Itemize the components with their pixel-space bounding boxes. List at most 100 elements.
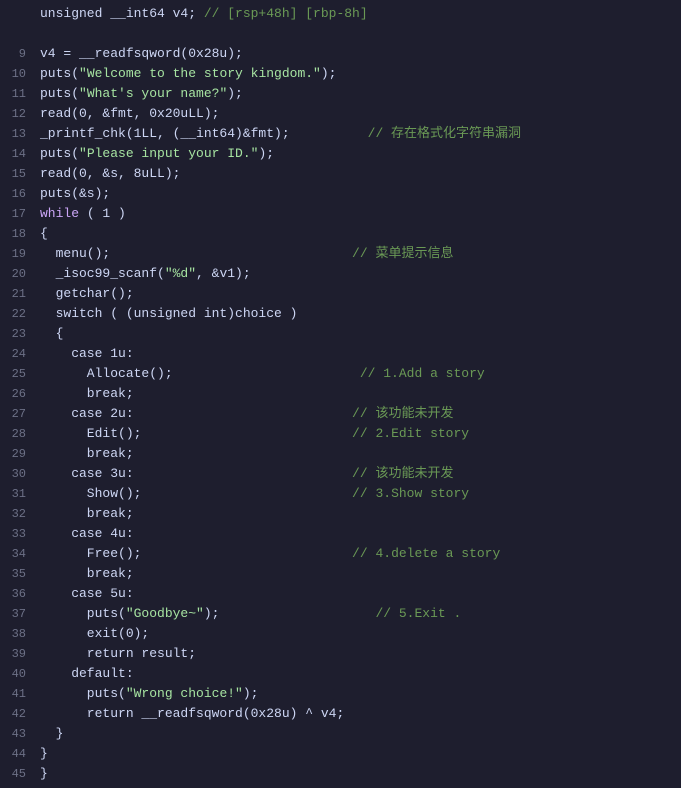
- code-line: 45}: [0, 764, 681, 784]
- line-number: 39: [0, 644, 36, 664]
- line-content: {: [36, 324, 681, 344]
- line-number: 15: [0, 164, 36, 184]
- line-number: 13: [0, 124, 36, 144]
- line-content: case 5u:: [36, 584, 681, 604]
- code-line: 33 case 4u:: [0, 524, 681, 544]
- token: exit(0);: [40, 626, 149, 641]
- line-content: Free(); // 4.delete a story: [36, 544, 681, 564]
- code-line: 31 Show(); // 3.Show story: [0, 484, 681, 504]
- code-line: 23 {: [0, 324, 681, 344]
- line-number: 42: [0, 704, 36, 724]
- line-content: break;: [36, 564, 681, 584]
- code-line: 12 read(0, &fmt, 0x20uLL);: [0, 104, 681, 124]
- token: case 2u:: [40, 406, 134, 421]
- line-content: puts("Goodbye~"); // 5.Exit .: [36, 604, 681, 624]
- code-line: 26 break;: [0, 384, 681, 404]
- code-viewer: unsigned __int64 v4; // [rsp+48h] [rbp-8…: [0, 0, 681, 788]
- line-number: 20: [0, 264, 36, 284]
- code-line: 32 break;: [0, 504, 681, 524]
- code-line: 37 puts("Goodbye~"); // 5.Exit .: [0, 604, 681, 624]
- line-content: case 4u:: [36, 524, 681, 544]
- line-content: return result;: [36, 644, 681, 664]
- line-content: }: [36, 764, 681, 784]
- token: }: [40, 726, 63, 741]
- code-line: 44}: [0, 744, 681, 764]
- token: return __readfsqword(0x28u) ^ v4;: [40, 706, 344, 721]
- token: "Please input your ID.": [79, 146, 258, 161]
- token: Allocate();: [40, 366, 173, 381]
- token: unsigned __int64 v4;: [40, 6, 204, 21]
- line-number: 41: [0, 684, 36, 704]
- line-number: 45: [0, 764, 36, 784]
- token: , &v1);: [196, 266, 251, 281]
- code-line: 27 case 2u: // 该功能未开发: [0, 404, 681, 424]
- token: v4 = __readfsqword(0x28u);: [40, 46, 243, 61]
- token: }: [40, 766, 48, 781]
- line-content: v4 = __readfsqword(0x28u);: [36, 44, 681, 64]
- line-content: }: [36, 744, 681, 764]
- token: // 2.Edit story: [141, 426, 469, 441]
- line-number: 22: [0, 304, 36, 324]
- line-content: read(0, &s, 8uLL);: [36, 164, 681, 184]
- token: while: [40, 206, 79, 221]
- line-content: puts("Welcome to the story kingdom.");: [36, 64, 681, 84]
- token: );: [258, 146, 274, 161]
- code-line: 35 break;: [0, 564, 681, 584]
- line-content: {: [36, 224, 681, 244]
- token: ( 1 ): [79, 206, 126, 221]
- code-line: 13_printf_chk(1LL, (__int64)&fmt); // 存在…: [0, 124, 681, 144]
- line-number: 19: [0, 244, 36, 264]
- line-number: 36: [0, 584, 36, 604]
- token: return result;: [40, 646, 196, 661]
- token: // 1.Add a story: [173, 366, 485, 381]
- token: case 4u:: [40, 526, 134, 541]
- line-number: 17: [0, 204, 36, 224]
- line-content: puts("What's your name?");: [36, 84, 681, 104]
- token: read(0, &fmt, 0x20uLL);: [40, 106, 219, 121]
- code-line: 17 while ( 1 ): [0, 204, 681, 224]
- line-number: 28: [0, 424, 36, 444]
- line-number: 35: [0, 564, 36, 584]
- token: default:: [40, 666, 134, 681]
- code-line: 38 exit(0);: [0, 624, 681, 644]
- line-number: 16: [0, 184, 36, 204]
- token: puts(: [40, 146, 79, 161]
- code-line: 40 default:: [0, 664, 681, 684]
- token: // [rsp+48h] [rbp-8h]: [204, 6, 368, 21]
- code-line: 42 return __readfsqword(0x28u) ^ v4;: [0, 704, 681, 724]
- line-content: case 1u:: [36, 344, 681, 364]
- line-content: puts(&s);: [36, 184, 681, 204]
- line-number: 37: [0, 604, 36, 624]
- code-line: 36 case 5u:: [0, 584, 681, 604]
- line-number: 31: [0, 484, 36, 504]
- line-number: 11: [0, 84, 36, 104]
- token: "Welcome to the story kingdom.": [79, 66, 321, 81]
- token: break;: [40, 446, 134, 461]
- line-content: break;: [36, 504, 681, 524]
- line-content: puts("Wrong choice!");: [36, 684, 681, 704]
- line-content: unsigned __int64 v4; // [rsp+48h] [rbp-8…: [36, 4, 681, 24]
- line-number: 40: [0, 664, 36, 684]
- code-line: [0, 24, 681, 44]
- line-number: 44: [0, 744, 36, 764]
- line-number: 18: [0, 224, 36, 244]
- line-content: case 3u: // 该功能未开发: [36, 464, 681, 484]
- line-content: break;: [36, 384, 681, 404]
- token: case 5u:: [40, 586, 134, 601]
- line-content: case 2u: // 该功能未开发: [36, 404, 681, 424]
- code-line: 24 case 1u:: [0, 344, 681, 364]
- line-content: _printf_chk(1LL, (__int64)&fmt); // 存在格式…: [36, 124, 681, 144]
- code-line: 21 getchar();: [0, 284, 681, 304]
- line-number: 32: [0, 504, 36, 524]
- line-number: 26: [0, 384, 36, 404]
- line-number: 27: [0, 404, 36, 424]
- line-content: puts("Please input your ID.");: [36, 144, 681, 164]
- token: switch ( (unsigned int)choice ): [40, 306, 297, 321]
- code-line: 29 break;: [0, 444, 681, 464]
- line-number: 43: [0, 724, 36, 744]
- line-number: 12: [0, 104, 36, 124]
- line-number: 25: [0, 364, 36, 384]
- token: puts(: [40, 66, 79, 81]
- token: menu();: [40, 246, 110, 261]
- line-content: Allocate(); // 1.Add a story: [36, 364, 681, 384]
